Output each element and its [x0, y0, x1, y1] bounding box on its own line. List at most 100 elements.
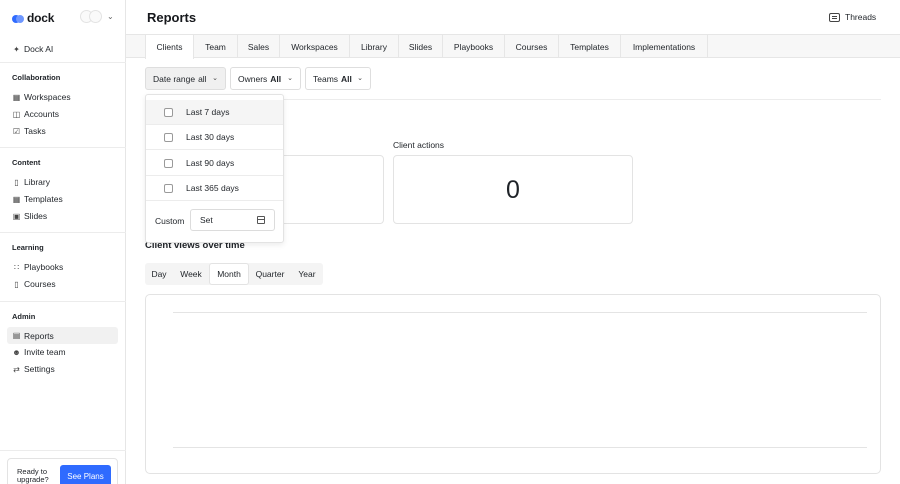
- sidebar-item-courses[interactable]: ▯ Courses: [12, 277, 56, 291]
- sidebar-item-accounts[interactable]: ◫ Accounts: [12, 107, 59, 121]
- grid-icon: ▦: [12, 92, 21, 102]
- see-plans-button[interactable]: See Plans: [60, 465, 111, 484]
- client-actions-label: Client actions: [393, 140, 445, 150]
- user-plus-icon: ☻: [12, 347, 21, 357]
- custom-range-placeholder: Set: [200, 215, 213, 225]
- workspace-switcher[interactable]: ⌄: [80, 10, 114, 23]
- sidebar-item-label: Dock AI: [24, 44, 54, 54]
- client-actions-value: 0: [506, 176, 520, 204]
- option-label: Last 90 days: [186, 158, 235, 168]
- threads-label: Threads: [845, 12, 877, 22]
- chat-icon: [829, 12, 840, 22]
- sidebar-item-label: Tasks: [24, 126, 46, 136]
- date-option-last-90-days[interactable]: Last 90 days: [146, 151, 283, 176]
- owners-label: Owners: [238, 73, 268, 84]
- report-tabs: Clients Team Sales Workspaces Library Sl…: [126, 34, 900, 59]
- period-week[interactable]: Week: [173, 263, 209, 285]
- chevron-down-icon: ⌄: [107, 12, 114, 21]
- tab-team[interactable]: Team: [194, 35, 238, 58]
- sidebar-item-label: Slides: [24, 211, 48, 221]
- teams-filter[interactable]: Teams All ⌄: [305, 67, 371, 90]
- sidebar-item-dock-ai[interactable]: ✦ Dock AI: [12, 42, 53, 56]
- sidebar-item-tasks[interactable]: ☑ Tasks: [12, 124, 46, 138]
- book-icon: ▯: [14, 279, 19, 289]
- option-checkbox[interactable]: [164, 184, 173, 193]
- sidebar-divider: [0, 147, 126, 148]
- chevron-down-icon: ⌄: [212, 75, 218, 82]
- option-checkbox[interactable]: [164, 159, 173, 168]
- upgrade-banner: Ready to upgrade? See Plans: [7, 458, 118, 484]
- period-month[interactable]: Month: [209, 263, 249, 285]
- checklist-icon: ☑: [12, 126, 21, 136]
- owners-filter[interactable]: Owners All ⌄: [230, 67, 301, 90]
- sidebar-item-settings[interactable]: ⇄ Settings: [12, 362, 55, 376]
- sidebar-item-label: Library: [24, 177, 50, 187]
- owners-value: All: [270, 73, 282, 84]
- sidebar-item-library[interactable]: ▯ Library: [12, 175, 50, 189]
- date-option-last-30-days[interactable]: Last 30 days: [146, 125, 283, 150]
- sidebar-heading-admin: Admin: [12, 312, 36, 321]
- option-checkbox[interactable]: [164, 108, 173, 117]
- option-label: Last 30 days: [186, 132, 235, 142]
- client-views-chart: [145, 294, 881, 474]
- option-label: Last 365 days: [186, 183, 239, 193]
- chevron-down-icon: ⌄: [287, 75, 293, 82]
- tab-playbooks[interactable]: Playbooks: [443, 35, 505, 58]
- date-option-last-365-days[interactable]: Last 365 days: [146, 176, 283, 201]
- workspace-avatar: [89, 10, 102, 23]
- custom-range-label: Custom: [155, 216, 185, 226]
- sidebar-divider: [0, 450, 126, 451]
- date-range-filter[interactable]: Date range all ⌄: [145, 67, 226, 90]
- brand-row: dock ⌄: [12, 10, 120, 26]
- sidebar-item-slides[interactable]: ▣ Slides: [12, 209, 47, 223]
- sidebar-item-playbooks[interactable]: ∷ Playbooks: [12, 260, 63, 274]
- sidebar-item-label: Courses: [24, 279, 56, 289]
- sidebar-item-reports[interactable]: ▤ Reports: [7, 327, 118, 344]
- tab-sales[interactable]: Sales: [238, 35, 280, 58]
- sidebar-divider: [0, 232, 126, 233]
- sidebar-divider: [0, 301, 126, 302]
- dock-logo-icon: [12, 14, 24, 23]
- tab-courses[interactable]: Courses: [505, 35, 559, 58]
- tab-library[interactable]: Library: [350, 35, 399, 58]
- sidebar-item-label: Accounts: [24, 109, 59, 119]
- tab-slides[interactable]: Slides: [399, 35, 443, 58]
- period-year[interactable]: Year: [291, 263, 323, 285]
- period-quarter[interactable]: Quarter: [249, 263, 291, 285]
- sidebar-item-invite-team[interactable]: ☻ Invite team: [12, 345, 66, 359]
- client-actions-card: 0: [393, 155, 633, 224]
- chart-gridline: [173, 312, 867, 313]
- library-icon: ▯: [14, 177, 19, 187]
- teams-label: Teams: [313, 73, 339, 84]
- sidebar-item-label: Templates: [24, 194, 63, 204]
- page-title: Reports: [147, 10, 197, 25]
- tab-workspaces[interactable]: Workspaces: [280, 35, 350, 58]
- sidebar-item-workspaces[interactable]: ▦ Workspaces: [12, 90, 71, 104]
- chevron-down-icon: ⌄: [357, 75, 363, 82]
- date-range-value: all: [198, 73, 207, 84]
- date-range-dropdown: Last 7 days Last 30 days Last 90 days La…: [145, 94, 284, 243]
- sidebar-heading-collaboration: Collaboration: [12, 73, 61, 82]
- option-checkbox[interactable]: [164, 133, 173, 142]
- sidebar-item-label: Invite team: [24, 347, 66, 357]
- slides-icon: ▣: [12, 211, 21, 221]
- threads-button[interactable]: Threads: [829, 12, 876, 22]
- tab-implementations[interactable]: Implementations: [621, 35, 708, 58]
- sidebar-item-label: Workspaces: [24, 92, 71, 102]
- sidebar-heading-learning: Learning: [12, 243, 44, 252]
- tab-clients[interactable]: Clients: [145, 35, 194, 59]
- date-option-last-7-days[interactable]: Last 7 days: [146, 100, 283, 125]
- sidebar-item-label: Playbooks: [24, 262, 64, 272]
- chart-gridline: [173, 447, 867, 448]
- brand-name: dock: [27, 11, 55, 25]
- sparkle-icon: ✦: [13, 44, 20, 54]
- sidebar-item-templates[interactable]: ▦ Templates: [12, 192, 63, 206]
- sidebar-item-label: Reports: [24, 330, 54, 341]
- date-range-label: Date range: [153, 73, 196, 84]
- tab-templates[interactable]: Templates: [559, 35, 621, 58]
- playbook-icon: ∷: [13, 262, 20, 272]
- sidebar: dock ⌄ ✦ Dock AI Collaboration ▦ Workspa…: [0, 0, 126, 484]
- period-day[interactable]: Day: [145, 263, 173, 285]
- custom-range-input[interactable]: Set: [190, 209, 275, 231]
- teams-value: All: [341, 73, 352, 84]
